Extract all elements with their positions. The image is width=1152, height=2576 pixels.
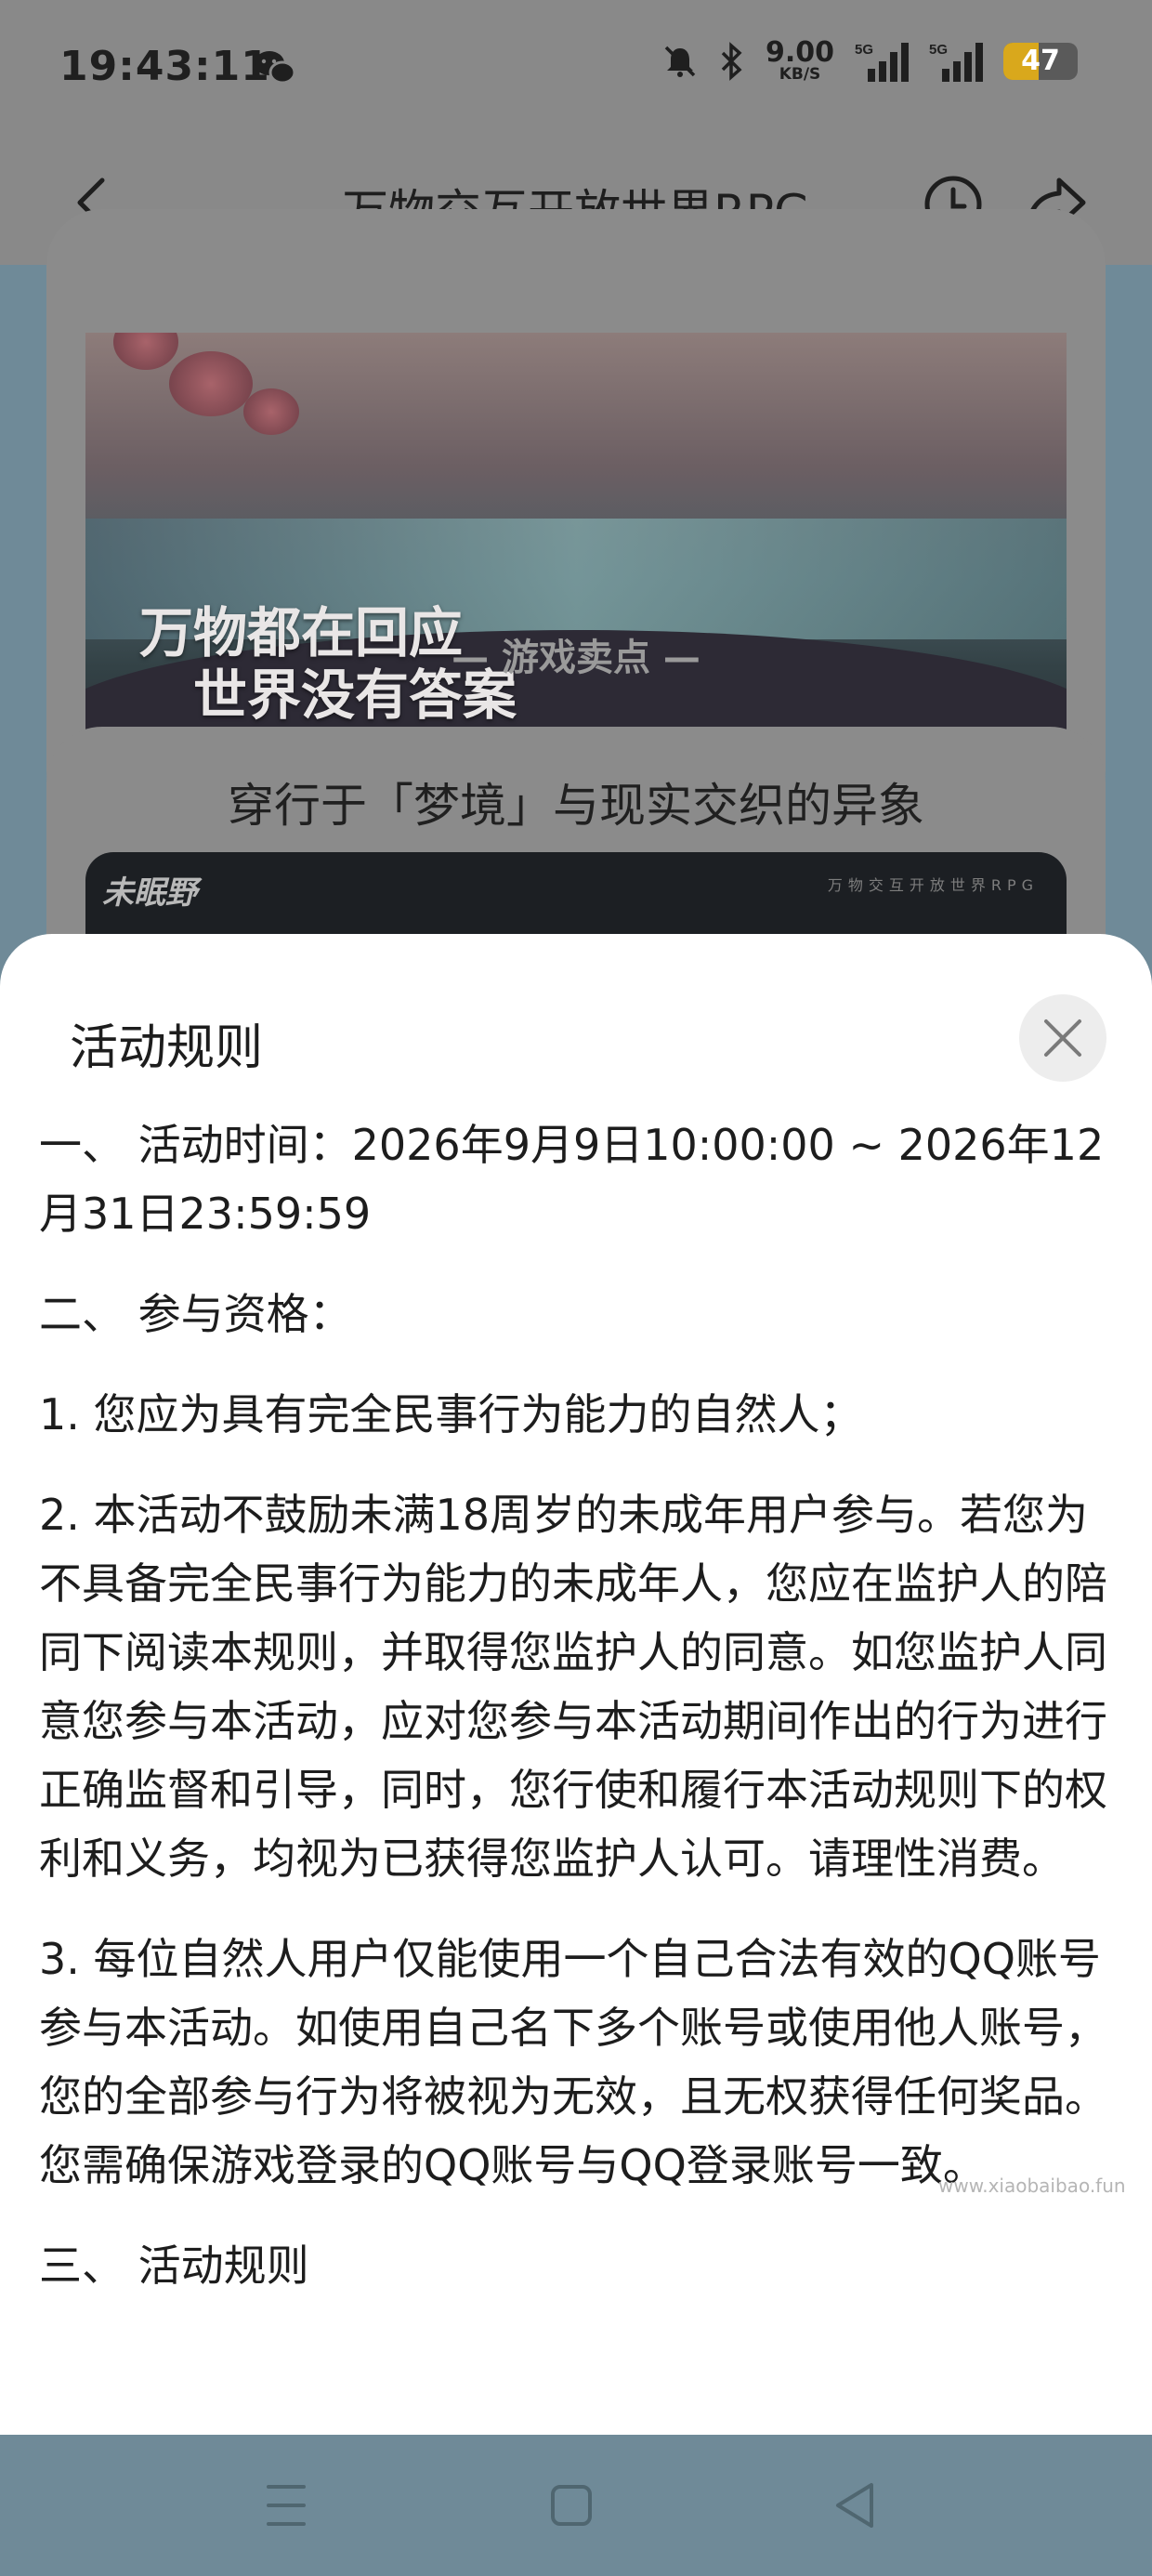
system-nav-bar (0, 2435, 1152, 2576)
signal-label: 5G (855, 42, 873, 58)
status-bar: 19:43:11 9.00 KB/S 5G 5G 47 (0, 0, 1152, 139)
home-icon[interactable] (516, 2435, 627, 2576)
battery-level: 47 (1021, 44, 1060, 77)
net-speed-value: 9.00 (765, 36, 834, 69)
rule-eligibility-1: 1. 您应为具有完全民事行为能力的自然人； (39, 1389, 863, 1439)
mute-icon (664, 46, 696, 77)
back-triangle-icon[interactable] (799, 2435, 910, 2576)
net-speed: 9.00 KB/S (766, 39, 834, 83)
watermark: www.xiaobaibao.fun (938, 2175, 1126, 2197)
signal-icon-2: 5G (929, 42, 983, 82)
feature-card-title: 穿行于「梦境」与现实交织的异象 (228, 779, 924, 833)
status-time: 19:43:11 (59, 43, 270, 90)
rules-content: 一、 活动时间：2026年9月9日10:00:00 ~ 2026年12月31日2… (39, 1111, 1117, 2332)
rule-eligibility-2: 2. 本活动不鼓励未满18周岁的未成年用户参与。若您为不具备完全民事行为能力的未… (39, 1490, 1107, 1884)
rule-eligibility-heading: 二、 参与资格： (39, 1289, 352, 1339)
rule-activity-heading: 三、 活动规则 (39, 2241, 309, 2291)
game-logo: 未眠野 (102, 874, 197, 912)
bluetooth-icon (721, 41, 742, 81)
video-tagline: 万物交互开放世界RPG (827, 876, 1039, 894)
net-speed-unit: KB/S (779, 65, 821, 84)
close-icon (1044, 1019, 1081, 1057)
signal-icon: 5G (855, 42, 909, 82)
menu-icon[interactable] (229, 2435, 341, 2576)
close-button[interactable] (1019, 994, 1106, 1082)
wechat-icon (255, 51, 295, 85)
promo-banner-image: 万物都在回应 世界没有答案 (85, 333, 1067, 779)
signal-label-2: 5G (929, 42, 948, 58)
battery-icon: 47 (1003, 42, 1078, 80)
rules-sheet: 活动规则 一、 活动时间：2026年9月9日10:00:00 ~ 2026年12… (0, 934, 1152, 2435)
sheet-title: 活动规则 (70, 1020, 264, 1076)
rule-activity-time: 一、 活动时间：2026年9月9日10:00:00 ~ 2026年12月31日2… (39, 1120, 1105, 1239)
status-icons: 9.00 KB/S 5G 5G 47 (661, 39, 1078, 83)
rule-eligibility-3: 3. 每位自然人用户仅能使用一个自己合法有效的QQ账号参与本活动。如使用自己名下… (39, 1934, 1107, 2190)
section-label: — 游戏卖点 — (452, 637, 700, 679)
